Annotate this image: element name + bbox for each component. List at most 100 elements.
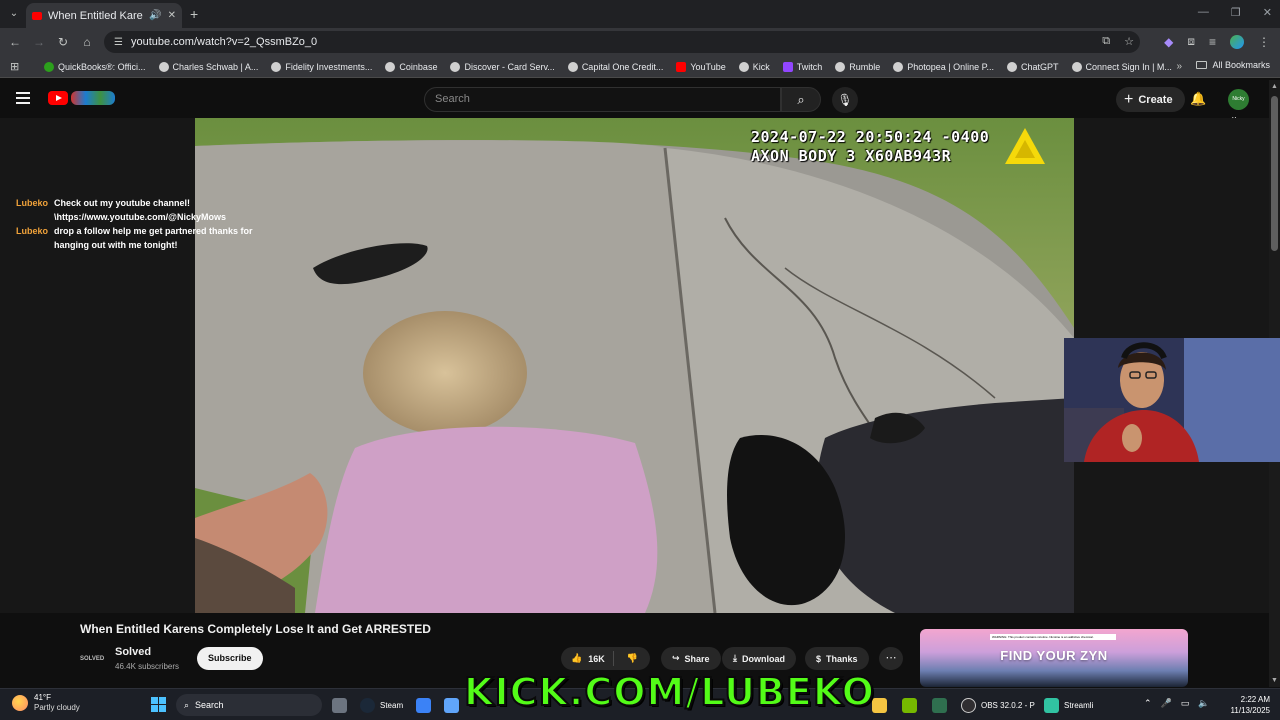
app-icon	[932, 697, 947, 713]
all-bookmarks-button[interactable]: All Bookmarks	[1196, 60, 1270, 70]
youtube-logo[interactable]	[48, 91, 115, 105]
menu-icon[interactable]	[16, 92, 30, 107]
bookmark-coinbase[interactable]: Coinbase	[385, 61, 437, 72]
reload-icon[interactable]: ↻	[51, 35, 75, 49]
share-label: Share	[684, 653, 710, 664]
channel-logo[interactable]: SOLVED	[80, 649, 106, 669]
taskbar-app[interactable]	[444, 695, 459, 715]
kick-url-overlay: KICK.COM/LUBEKO	[463, 670, 875, 714]
address-bar[interactable]: ☰ youtube.com/watch?v=2_QssmBZo_0	[104, 31, 1140, 53]
thumbs-down-icon: 👎	[626, 653, 638, 663]
more-bookmarks-chevron-icon[interactable]: »	[1176, 61, 1182, 72]
scroll-up-icon[interactable]: ▲	[1271, 83, 1278, 90]
back-icon[interactable]: ←	[3, 35, 27, 49]
notifications-bell-icon[interactable]: 🔔	[1190, 91, 1206, 107]
weather-temperature: 41°F	[34, 693, 51, 702]
system-tray: ⌃ 🎤 ▭ 🔈	[1144, 698, 1210, 709]
quickbooks-icon	[44, 61, 54, 72]
bookmark-schwab[interactable]: Charles Schwab | A...	[158, 61, 258, 72]
voice-search-button[interactable]: 🎙	[832, 87, 858, 113]
taskbar-clock[interactable]: 2:22 AM 11/13/2025	[1224, 694, 1270, 716]
dislike-button[interactable]: 👎	[619, 653, 646, 664]
search-icon: ⌕	[797, 92, 805, 107]
forward-icon[interactable]: →	[27, 35, 51, 49]
bookmark-fidelity[interactable]: Fidelity Investments...	[271, 61, 372, 72]
volume-icon[interactable]: 🔈	[1198, 698, 1209, 709]
bookmark-chatgpt[interactable]: ChatGPT	[1007, 61, 1059, 72]
chat-username: Lubeko	[16, 226, 49, 236]
bookmark-kick[interactable]: Kick	[738, 61, 770, 72]
network-icon[interactable]: ▭	[1181, 698, 1190, 709]
extensions-puzzle-icon[interactable]: ⧈	[1187, 34, 1195, 49]
home-icon[interactable]: ⌂	[75, 35, 99, 49]
url-text[interactable]: youtube.com/watch?v=2_QssmBZo_0	[131, 36, 317, 48]
bookmark-connect[interactable]: Connect Sign In | M...	[1071, 61, 1172, 72]
thanks-button[interactable]: $ Thanks	[805, 647, 869, 670]
microphone-icon[interactable]: 🎤	[1161, 698, 1172, 709]
bookmarks-bar: ⊞ QuickBooks®: Offici... Charles Schwab …	[0, 56, 1280, 78]
close-tab-icon[interactable]: ✕	[168, 10, 176, 21]
subscribe-button[interactable]: Subscribe	[197, 647, 263, 670]
new-tab-button[interactable]: +	[190, 6, 198, 22]
taskbar-app[interactable]	[932, 695, 947, 715]
tray-overflow-icon[interactable]: ⌃	[1144, 698, 1152, 709]
youtube-doodle-icon	[71, 91, 115, 105]
clock-time: 2:22 AM	[1240, 695, 1270, 704]
channel-name[interactable]: Solved	[115, 646, 151, 658]
user-avatar[interactable]: Nicky Mows	[1228, 89, 1249, 123]
bookmark-label: Photopea | Online P...	[907, 61, 995, 72]
bookmark-label: Kick	[752, 61, 770, 72]
chat-message: Lubeko Check out my youtube channel! \ht…	[16, 196, 266, 224]
taskbar-steam[interactable]: Steam	[360, 695, 403, 715]
install-app-icon[interactable]: ⧉	[1102, 35, 1110, 48]
bookmark-youtube[interactable]: YouTube	[676, 61, 726, 72]
bookmark-capital-one[interactable]: Capital One Credit...	[567, 61, 663, 72]
tab-title: When Entitled Karens Comp	[48, 9, 143, 22]
share-button[interactable]: ↪ Share	[661, 647, 721, 670]
more-actions-icon[interactable]: ⋯	[879, 647, 903, 670]
bookmark-photopea[interactable]: Photopea | Online P...	[893, 61, 995, 72]
sponsored-ad-banner[interactable]: WARNING: This product contains nicotine.…	[920, 629, 1188, 687]
media-control-icon[interactable]: ≡	[1209, 35, 1216, 49]
download-button[interactable]: ⤓ Download	[722, 647, 796, 670]
taskbar-nvidia[interactable]	[902, 695, 917, 715]
weather-widget[interactable]: 41°F Partly cloudy	[12, 693, 80, 713]
bookmark-star-icon[interactable]: ☆	[1124, 35, 1134, 48]
share-icon: ↪	[672, 653, 680, 663]
taskbar-app[interactable]	[416, 695, 431, 715]
bookmark-quickbooks[interactable]: QuickBooks®: Offici...	[44, 61, 146, 72]
chrome-menu-icon[interactable]: ⋮	[1258, 35, 1270, 49]
search-input[interactable]: Search	[424, 87, 781, 112]
close-window-icon[interactable]: ✕	[1263, 6, 1272, 19]
bookmark-twitch[interactable]: Twitch	[782, 61, 822, 72]
restore-icon[interactable]: ❐	[1231, 6, 1241, 19]
create-label: Create	[1138, 93, 1173, 106]
globe-icon	[835, 61, 846, 72]
taskbar-streamlabs[interactable]: Streamli	[1044, 695, 1093, 715]
taskbar-task-view[interactable]	[332, 695, 347, 715]
bookmark-rumble[interactable]: Rumble	[835, 61, 880, 72]
speaker-icon[interactable]: 🔊	[149, 10, 161, 21]
taskbar-obs[interactable]: OBS 32.0.2 - P	[961, 695, 1035, 715]
browser-tab-active[interactable]: When Entitled Karens Comp 🔊 ✕	[26, 3, 182, 28]
bodycam-timestamp-overlay: 2024-07-22 20:50:24 -0400 AXON BODY 3 X6…	[751, 128, 989, 166]
site-info-icon[interactable]: ☰	[114, 37, 123, 48]
chat-message: Lubeko drop a follow help me get partner…	[16, 224, 266, 252]
apps-grid-icon[interactable]: ⊞	[10, 60, 30, 73]
profile-avatar-icon[interactable]	[1230, 34, 1244, 49]
scrollbar-thumb[interactable]	[1271, 96, 1278, 251]
bookmark-label: QuickBooks®: Offici...	[58, 61, 146, 72]
extension-icon[interactable]: ◆	[1164, 35, 1173, 49]
taskbar-search[interactable]: ⌕ Search	[176, 694, 322, 716]
minimize-icon[interactable]: —	[1198, 6, 1209, 19]
like-button[interactable]: 👍 16K	[561, 651, 614, 666]
bookmark-discover[interactable]: Discover - Card Serv...	[450, 61, 555, 72]
search-button[interactable]: ⌕	[781, 87, 821, 112]
tab-search-chevron-icon[interactable]: ⌄	[6, 6, 22, 22]
windows-start-icon[interactable]	[151, 697, 166, 712]
scroll-down-icon[interactable]: ▼	[1271, 677, 1278, 684]
video-player[interactable]: 2024-07-22 20:50:24 -0400 AXON BODY 3 X6…	[195, 118, 1074, 613]
create-button[interactable]: + Create	[1116, 87, 1185, 112]
clock-date: 11/13/2025	[1230, 706, 1270, 715]
chat-text: drop a follow help me get partnered than…	[54, 226, 253, 250]
